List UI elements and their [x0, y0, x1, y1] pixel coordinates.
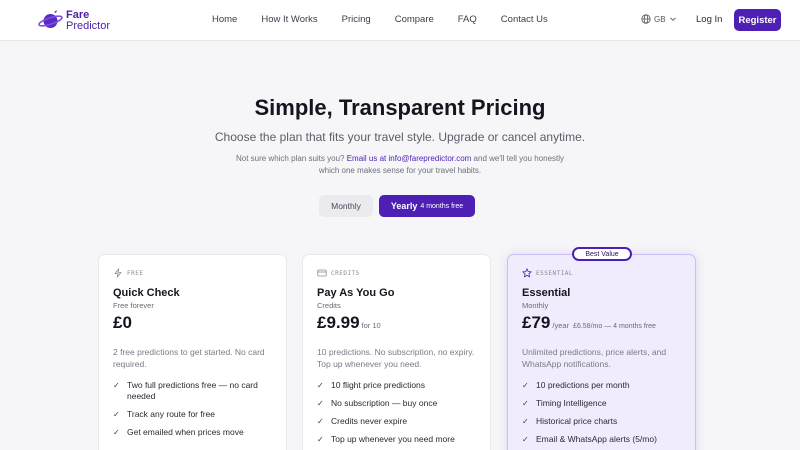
plan-price: £9.99 for 10: [317, 313, 476, 333]
brand-name-line2: Predictor: [66, 19, 111, 32]
plan-description: Unlimited predictions, price alerts, and…: [522, 347, 667, 369]
feature-text: Get emailed when prices move: [127, 427, 244, 437]
feature-text: 10 predictions per month: [536, 380, 630, 390]
star-icon: [522, 268, 532, 278]
feature-text: Email & WhatsApp alerts (5/mo): [536, 434, 657, 444]
plan-feature-list: ✓ 10 flight price predictions ✓ No subscri…: [317, 380, 476, 445]
credit-card-icon: [317, 269, 327, 277]
feature-item: ✓ No subscription — buy once: [317, 398, 476, 409]
check-icon: ✓: [113, 428, 120, 437]
feature-item: ✓ Timing Intelligence: [522, 398, 681, 409]
page-subtitle: Choose the plan that fits your travel st…: [214, 130, 586, 144]
feature-text: 10 flight price predictions: [331, 380, 426, 390]
plan-subtitle: Monthly: [522, 301, 549, 310]
plan-feature-list: ✓ Two full predictions free — no card nee…: [113, 380, 272, 438]
billing-monthly-toggle[interactable]: Monthly: [319, 195, 373, 217]
plan-price-extra: £6.58/mo — 4 months free: [573, 323, 656, 330]
plan-subtitle: Credits: [317, 301, 341, 310]
language-code: GB: [654, 14, 666, 24]
feature-item: ✓ Top up whenever you need more: [317, 434, 476, 445]
check-icon: ✓: [522, 399, 529, 408]
plan-price-amount: £0: [113, 313, 132, 332]
nav-link-contact-us[interactable]: Contact Us: [501, 14, 548, 25]
nav-link-pricing[interactable]: Pricing: [342, 14, 371, 25]
feature-item: ✓ Historical price charts: [522, 416, 681, 427]
check-icon: ✓: [317, 417, 324, 426]
feature-text: Historical price charts: [536, 416, 618, 426]
check-icon: ✓: [113, 381, 120, 390]
nav-link-faq[interactable]: FAQ: [458, 14, 477, 25]
feature-text: Top up whenever you need more: [331, 434, 455, 444]
plan-price: £0: [113, 313, 272, 333]
nav-link-home[interactable]: Home: [212, 14, 237, 25]
check-icon: ✓: [522, 435, 529, 444]
plan-price-suffix: for 10: [361, 321, 381, 330]
billing-yearly-toggle[interactable]: Yearly 4 months free: [379, 195, 475, 217]
feature-text: Timing Intelligence: [536, 398, 607, 408]
feature-text: No subscription — buy once: [331, 398, 438, 408]
check-icon: ✓: [522, 381, 529, 390]
language-selector[interactable]: GB: [641, 14, 677, 24]
plan-tag-label: ESSENTIAL: [536, 269, 574, 277]
plan-price: £79 /year £6.58/mo — 4 months free: [522, 313, 681, 333]
billing-yearly-badge: 4 months free: [420, 202, 464, 210]
plan-feature-list: ✓ 10 predictions per month ✓ Timing Intell…: [522, 380, 681, 445]
plan-name: Essential: [522, 287, 571, 299]
brand-name-line1: Fare: [66, 8, 90, 21]
plan-card-essential: ESSENTIAL Essential Monthly £79 /year £6…: [507, 254, 696, 450]
feature-item: ✓ Get emailed when prices move: [113, 427, 272, 438]
feature-text: Credits never expire: [331, 416, 408, 426]
brand-logo[interactable]: Fare Predictor: [38, 8, 110, 33]
feature-item: ✓ Track any route for free: [113, 409, 272, 420]
plan-name: Quick Check: [113, 287, 180, 299]
plan-price-suffix: /year: [552, 321, 570, 330]
plan-card-quick-check: FREE Quick Check Free forever £0 2 free …: [98, 254, 287, 450]
feature-item: ✓ 10 predictions per month: [522, 380, 681, 391]
help-note: Not sure which plan suits you? Email us …: [230, 153, 570, 177]
plan-description: 10 predictions. No subscription, no expi…: [317, 347, 475, 369]
register-button[interactable]: Register: [734, 9, 781, 31]
plan-tag: FREE: [113, 268, 272, 278]
feature-item: ✓ Credits never expire: [317, 416, 476, 427]
check-icon: ✓: [317, 381, 324, 390]
plan-name: Pay As You Go: [317, 287, 395, 299]
plan-subtitle: Free forever: [113, 301, 154, 310]
plan-tag-label: FREE: [127, 269, 144, 277]
page-title: Simple, Transparent Pricing: [254, 95, 546, 120]
chevron-down-icon: [669, 17, 676, 21]
plan-card-pay-as-you-go: CREDITS Pay As You Go Credits £9.99 for …: [302, 254, 491, 450]
feature-item: ✓ 10 flight price predictions: [317, 380, 476, 391]
plan-price-amount: £79: [522, 313, 551, 332]
billing-yearly-label: Yearly: [390, 201, 418, 211]
plan-description: 2 free predictions to get started. No ca…: [113, 347, 265, 369]
login-link[interactable]: Log In: [696, 14, 722, 25]
lightning-icon: [114, 268, 122, 278]
best-value-badge: Best Value: [572, 247, 632, 261]
plan-tag-label: CREDITS: [331, 269, 360, 277]
check-icon: ✓: [113, 410, 120, 419]
plan-tag: CREDITS: [317, 268, 476, 278]
globe-icon: [641, 14, 651, 24]
plan-price-amount: £9.99: [317, 313, 360, 332]
check-icon: ✓: [317, 399, 324, 408]
nav-link-how-it-works[interactable]: How It Works: [261, 14, 317, 25]
feature-text: Track any route for free: [127, 409, 216, 419]
feature-item: ✓ Two full predictions free — no card nee…: [113, 380, 272, 402]
planet-logo-icon: [38, 8, 63, 33]
nav-link-compare[interactable]: Compare: [395, 14, 434, 25]
check-icon: ✓: [317, 435, 324, 444]
top-navbar: Fare Predictor Home How It Works Pricing…: [0, 0, 800, 41]
feature-item: ✓ Email & WhatsApp alerts (5/mo): [522, 434, 681, 445]
email-link[interactable]: Email us at info@farepredictor.com: [347, 154, 472, 163]
feature-text: Two full predictions free — no card need…: [127, 380, 258, 401]
help-note-text: Not sure which plan suits you?: [235, 154, 347, 163]
check-icon: ✓: [522, 417, 529, 426]
plan-tag: ESSENTIAL: [522, 268, 681, 278]
